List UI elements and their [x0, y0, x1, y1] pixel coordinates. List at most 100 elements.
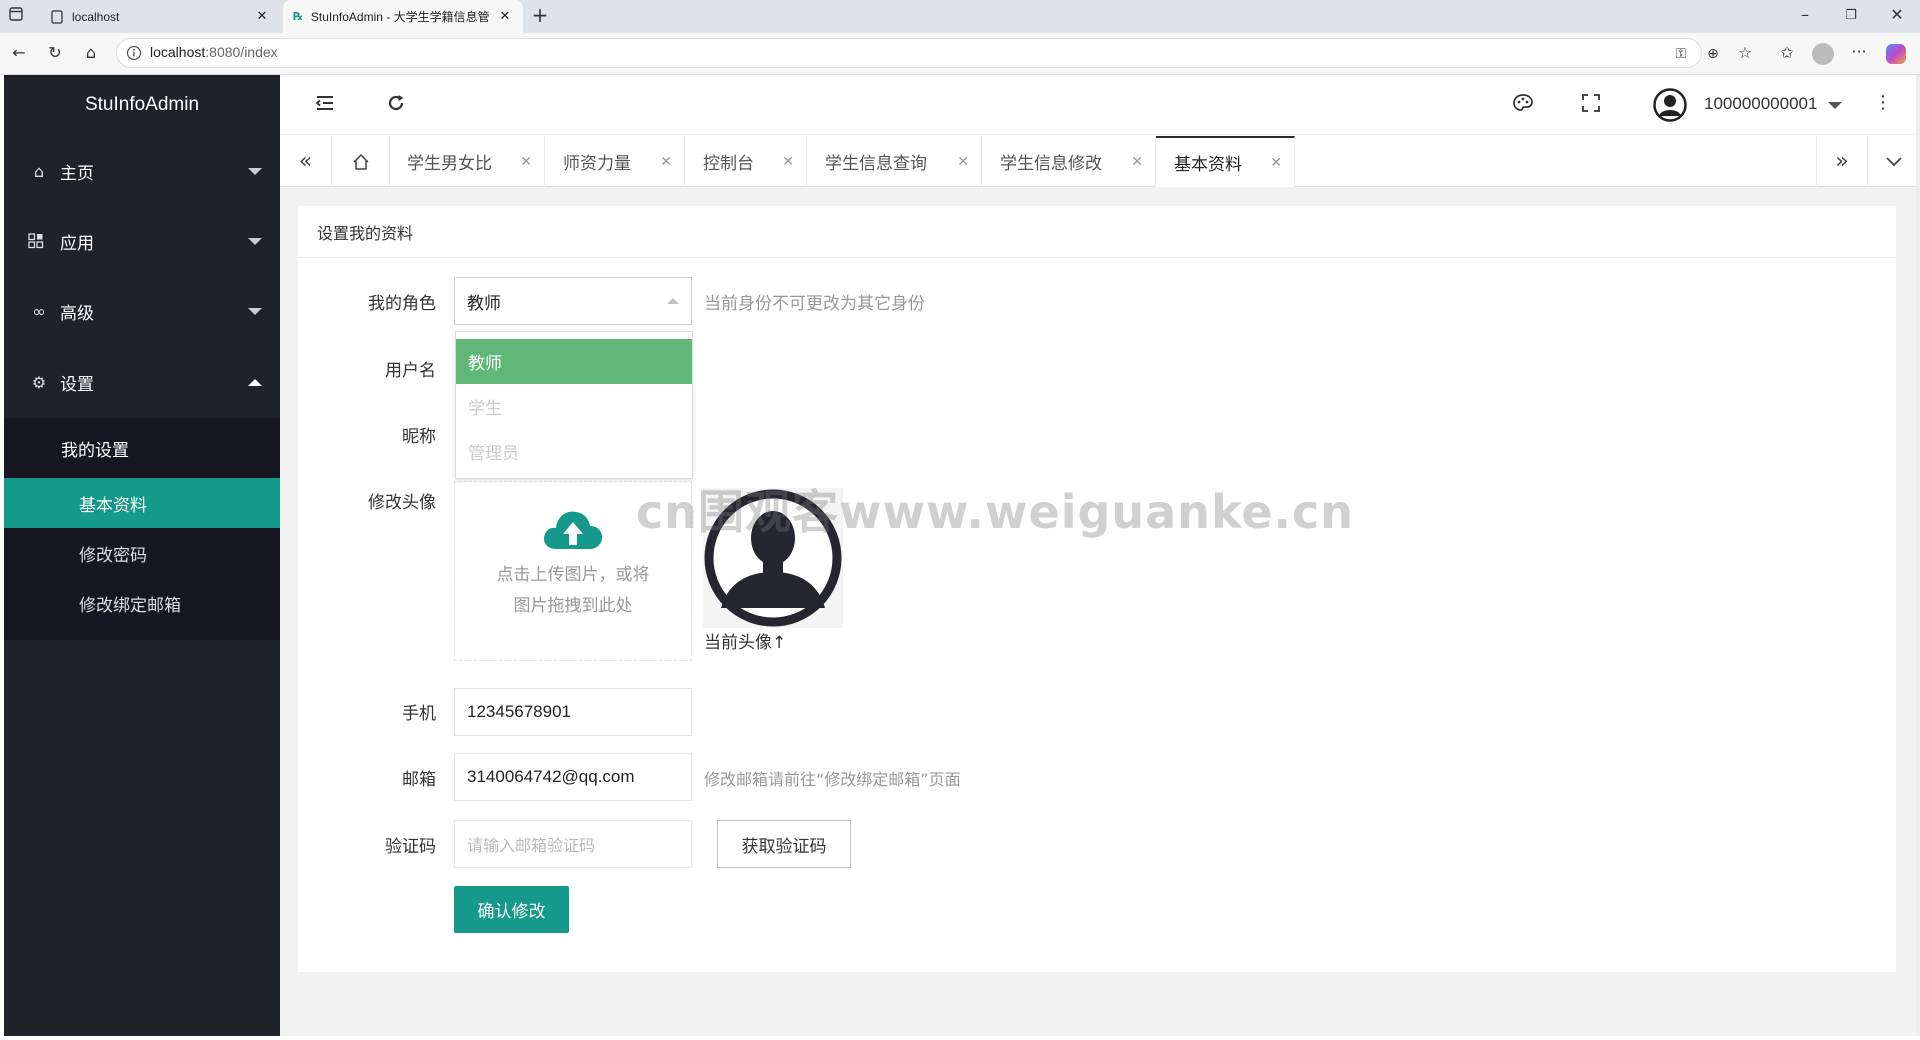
site-info-icon[interactable] — [126, 45, 142, 61]
tab-label: 基本资料 — [1174, 155, 1242, 175]
role-select[interactable]: 教师 — [454, 277, 692, 325]
tab-actions-icon[interactable] — [8, 6, 30, 22]
sidebar-item-settings[interactable]: ⚙ 设置 — [4, 347, 280, 417]
upload-text-line2: 图片拖拽到此处 — [513, 596, 633, 616]
home-browser-icon[interactable]: ⌂ — [80, 43, 102, 63]
browser-tab-label: StuInfoAdmin - 大学生学籍信息管 — [310, 10, 490, 24]
chevron-down-icon — [248, 167, 262, 175]
sidebar-item-my-settings[interactable]: 我的设置 — [4, 418, 280, 478]
close-tab-icon[interactable]: ✕ — [254, 9, 270, 24]
browser-tab-label: localhost — [72, 9, 120, 24]
tabs-menu-chevron-down-icon[interactable] — [1868, 136, 1920, 187]
favorite-star-icon[interactable]: ☆ — [1734, 43, 1756, 63]
favorites-icon[interactable]: ✩ — [1776, 43, 1798, 63]
chevron-down-icon — [248, 237, 262, 245]
tabs-scroll-left-icon[interactable]: « — [280, 136, 332, 187]
card-title: 设置我的资料 — [298, 206, 1896, 258]
sidebar-item-basic-profile[interactable]: 基本资料 — [4, 478, 280, 528]
sidebar-item-change-email[interactable]: 修改绑定邮箱 — [4, 578, 280, 628]
role-option-teacher[interactable]: 教师 — [456, 339, 692, 384]
tab-faculty[interactable]: 师资力量 ✕ — [545, 136, 685, 187]
close-tab-icon[interactable]: ✕ — [497, 9, 513, 24]
tab-home[interactable] — [332, 136, 390, 187]
username-label: 用户名 — [385, 361, 436, 381]
tab-console[interactable]: 控制台 ✕ — [685, 136, 807, 187]
tab-label: 学生信息查询 — [825, 154, 927, 174]
browser-tab-stuinfoadmin[interactable]: ℞ StuInfoAdmin - 大学生学籍信息管 ✕ — [283, 0, 523, 33]
close-icon[interactable]: ✕ — [660, 154, 672, 170]
watermark: cn围观客www.weiguanke.cn — [636, 485, 1355, 539]
role-option-student[interactable]: 学生 — [456, 384, 692, 429]
phone-input[interactable]: 12345678901 — [454, 688, 692, 736]
reload-icon[interactable]: ↻ — [44, 43, 66, 63]
more-options-icon[interactable]: ··· — [1848, 42, 1870, 62]
nickname-label: 昵称 — [402, 427, 436, 447]
tab-student-query[interactable]: 学生信息查询 ✕ — [807, 136, 982, 187]
page-icon — [50, 9, 64, 24]
theme-palette-icon[interactable] — [1512, 93, 1534, 113]
email-label: 邮箱 — [402, 770, 436, 790]
role-dropdown: 教师 学生 管理员 — [455, 331, 693, 479]
email-input[interactable]: 3140064742@qq.com — [454, 753, 692, 801]
tab-label: 师资力量 — [563, 154, 631, 174]
refresh-icon[interactable] — [385, 92, 407, 114]
sidebar-item-advanced[interactable]: ∞ 高级 — [4, 276, 280, 346]
url-text[interactable]: localhost:8080/index — [150, 44, 278, 60]
submit-button[interactable]: 确认修改 — [454, 886, 569, 933]
tabs-scroll-right-icon[interactable]: » — [1816, 136, 1868, 187]
user-menu-caret-icon[interactable] — [1828, 102, 1842, 109]
tab-label: 控制台 — [703, 154, 754, 174]
browser-tab-localhost[interactable]: localhost ✕ — [40, 0, 280, 33]
home-icon: ⌂ — [33, 161, 45, 181]
current-avatar-caption: 当前头像↑ — [704, 633, 787, 653]
close-icon[interactable]: ✕ — [782, 154, 794, 170]
tab-label: 学生男女比 — [407, 154, 492, 174]
close-icon[interactable]: ✕ — [957, 154, 969, 170]
user-name[interactable]: 100000000001 — [1704, 94, 1817, 114]
phone-label: 手机 — [402, 704, 436, 724]
zoom-icon[interactable]: ⊕ — [1702, 44, 1724, 64]
close-icon[interactable]: ✕ — [520, 154, 532, 170]
window-close-icon[interactable]: ✕ — [1886, 5, 1908, 25]
tab-basic-profile[interactable]: 基本资料 ✕ — [1156, 136, 1295, 187]
sidebar-item-label: 主页 — [60, 163, 94, 184]
sidebar-item-change-password[interactable]: 修改密码 — [4, 528, 280, 578]
gear-icon: ⚙ — [31, 372, 47, 392]
tab-student-edit[interactable]: 学生信息修改 ✕ — [982, 136, 1156, 187]
cloud-upload-icon — [540, 505, 606, 551]
restore-icon[interactable]: ❐ — [1840, 6, 1862, 26]
more-vertical-icon[interactable]: ⋮ — [1874, 92, 1892, 113]
sidebar-item-home[interactable]: ⌂ 主页 — [4, 136, 280, 206]
url-field[interactable] — [116, 38, 1702, 68]
close-icon[interactable]: ✕ — [1131, 154, 1143, 170]
code-label: 验证码 — [385, 837, 436, 857]
avatar-label: 修改头像 — [368, 493, 436, 513]
back-icon[interactable]: ← — [8, 43, 30, 63]
key-icon[interactable]: ⚿ — [1670, 44, 1692, 64]
home-icon — [352, 153, 370, 171]
chevron-down-icon — [248, 307, 262, 315]
get-code-button[interactable]: 获取验证码 — [717, 820, 851, 868]
caret-up-icon — [667, 298, 679, 304]
close-icon[interactable]: ✕ — [1270, 155, 1282, 171]
code-input[interactable]: 请输入邮箱验证码 — [454, 820, 692, 868]
copilot-icon[interactable] — [1886, 44, 1906, 64]
tab-label: 学生信息修改 — [1000, 154, 1102, 174]
upload-instructions: 点击上传图片，或将 图片拖拽到此处 — [454, 560, 692, 622]
new-tab-button[interactable]: + — [529, 5, 551, 25]
minimize-icon[interactable]: – — [1794, 5, 1816, 25]
user-avatar[interactable] — [1653, 88, 1687, 122]
role-hint: 当前身份不可更改为其它身份 — [704, 294, 925, 314]
app-logo[interactable]: StuInfoAdmin — [4, 75, 280, 135]
sidebar-item-label: 设置 — [60, 374, 94, 395]
profile-avatar-icon[interactable] — [1812, 43, 1834, 65]
tab-gender-ratio[interactable]: 学生男女比 ✕ — [389, 136, 545, 187]
fullscreen-icon[interactable] — [1582, 94, 1600, 112]
url-host: localhost — [150, 44, 206, 60]
sidebar-item-apps[interactable]: 应用 — [4, 206, 280, 276]
page-scrollbar[interactable] — [1916, 75, 1920, 1036]
role-option-admin[interactable]: 管理员 — [456, 429, 692, 474]
menu-toggle-icon[interactable] — [314, 93, 336, 113]
infinity-icon: ∞ — [32, 301, 46, 321]
sidebar-item-label: 我的设置 — [61, 440, 129, 461]
